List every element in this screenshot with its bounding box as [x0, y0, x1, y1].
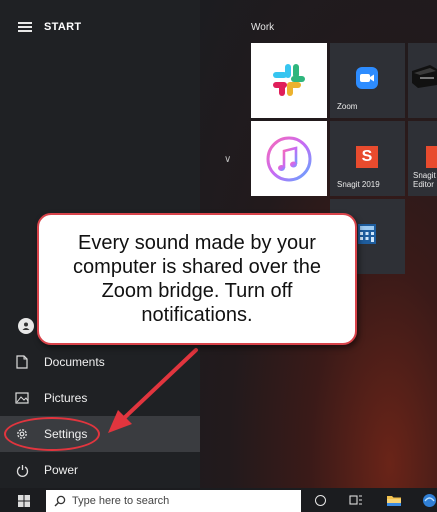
callout-text: Every sound made by your computer is sha…	[73, 232, 321, 326]
callout-box: Every sound made by your computer is sha…	[37, 213, 357, 345]
